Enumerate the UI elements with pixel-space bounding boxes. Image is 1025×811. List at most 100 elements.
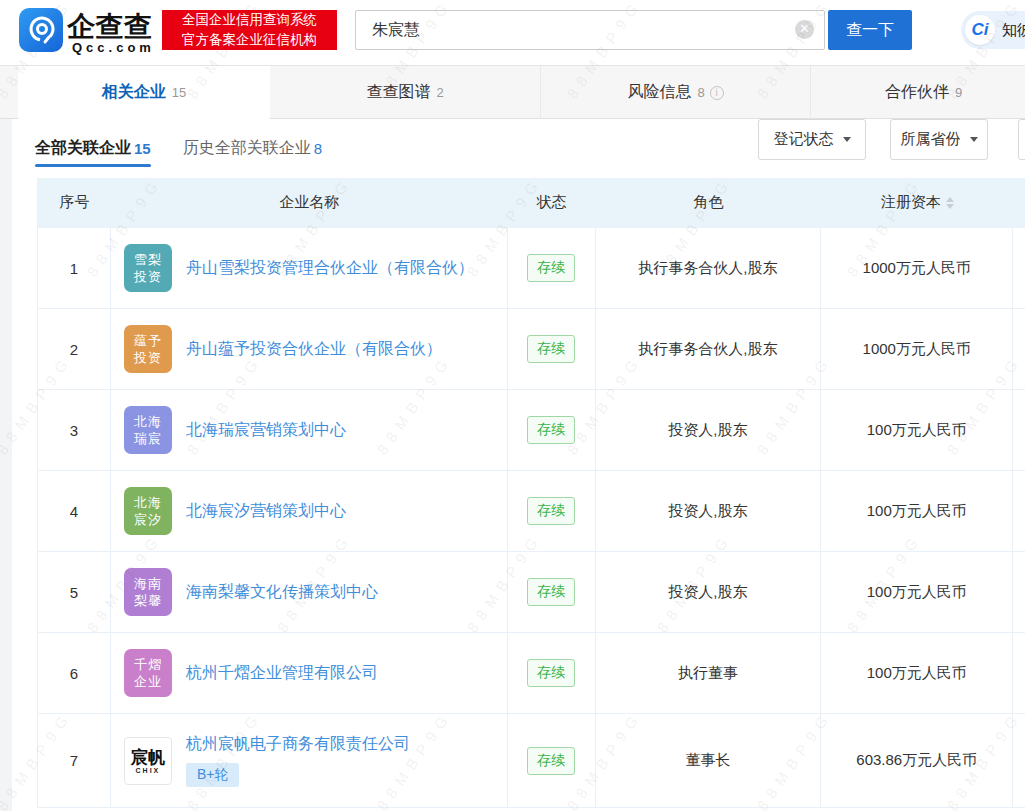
row-number-cell: 2	[38, 309, 111, 389]
tab-partners[interactable]: 合作伙伴 9	[810, 66, 1025, 119]
company-avatar[interactable]: 北海宸汐	[124, 487, 172, 535]
qcc-logo-icon[interactable]	[19, 8, 63, 52]
filter-label: 登记状态	[774, 130, 834, 149]
table-row: 1雪梨投资舟山雪梨投资管理合伙企业（有限合伙）存续执行事务合伙人,股东1000万…	[38, 227, 1025, 308]
search-button[interactable]: 查一下	[828, 10, 912, 50]
row-number-cell: 6	[38, 633, 111, 713]
column-header-3: 状态	[508, 193, 596, 212]
company-cell: 北海瑞宸北海瑞宸营销策划中心	[111, 390, 508, 470]
status-cell: 存续	[508, 471, 596, 551]
certification-line2: 官方备案企业征信机构	[162, 30, 337, 50]
column-header-label: 序号	[59, 193, 89, 212]
certification-badge: 全国企业信用查询系统 官方备案企业征信机构	[162, 10, 337, 50]
sort-icon[interactable]	[946, 197, 954, 209]
column-header-2: 企业名称	[111, 193, 508, 212]
avatar-line1: 北海	[134, 494, 162, 511]
extra-cell	[1013, 309, 1025, 389]
tab-count: 9	[955, 85, 962, 100]
company-cell: 北海宸汐北海宸汐营销策划中心	[111, 471, 508, 551]
subtab-label: 全部关联企业	[35, 138, 131, 159]
tab-chacha-graph[interactable]: 查查图谱2	[270, 66, 540, 119]
role-cell: 执行事务合伙人,股东	[596, 309, 822, 389]
assistant-pill[interactable]: Ci 知彼	[961, 11, 1025, 49]
extra-cell	[1013, 714, 1025, 807]
column-header-label: 状态	[537, 193, 567, 212]
filter-reg-status[interactable]: 登记状态	[758, 119, 866, 160]
info-icon[interactable]: i	[710, 86, 724, 100]
status-badge: 存续	[527, 659, 575, 687]
sort-desc-icon	[946, 204, 954, 209]
company-name-link[interactable]: 杭州千熠企业管理有限公司	[186, 663, 378, 684]
company-avatar[interactable]: 雪梨投资	[124, 244, 172, 292]
tab-bar: 相关企业15查查图谱2 风险信息 8i 合作伙伴 9	[0, 65, 1025, 119]
sub-tab-bar: 全部关联企业15 历史全部关联企业8 登记状态 所属省份	[12, 119, 1025, 178]
tab-label: 查查图谱	[366, 82, 430, 103]
chevron-down-icon	[843, 137, 851, 142]
avatar-line1: 雪梨	[134, 251, 162, 268]
avatar-line2: 瑞宸	[134, 430, 162, 447]
capital-cell: 603.86万元人民币	[821, 714, 1013, 807]
status-badge: 存续	[527, 497, 575, 525]
filter-province[interactable]: 所属省份	[890, 119, 988, 160]
subtab-count: 15	[134, 140, 151, 157]
page-left-margin	[0, 119, 12, 811]
table-row: 3北海瑞宸北海瑞宸营销策划中心存续投资人,股东100万元人民币	[38, 389, 1025, 470]
subtab-history-related[interactable]: 历史全部关联企业8	[183, 119, 322, 178]
status-badge: 存续	[527, 578, 575, 606]
company-cell: 蕴予投资舟山蕴予投资合伙企业（有限合伙）	[111, 309, 508, 389]
company-cell: 海南梨馨海南梨馨文化传播策划中心	[111, 552, 508, 632]
tab-label: 合作伙伴	[885, 82, 949, 103]
row-number-cell: 5	[38, 552, 111, 632]
tab-count: 15	[172, 85, 186, 100]
company-avatar[interactable]: 北海瑞宸	[124, 406, 172, 454]
avatar-line1: 蕴予	[134, 332, 162, 349]
avatar-line2: 企业	[134, 673, 162, 690]
status-cell: 存续	[508, 228, 596, 308]
role-cell: 投资人,股东	[596, 471, 822, 551]
sort-asc-icon	[946, 197, 954, 202]
tab-label: 风险信息	[627, 82, 691, 103]
company-name-link[interactable]: 海南梨馨文化传播策划中心	[186, 582, 378, 603]
filter-more[interactable]	[1018, 119, 1025, 160]
role-cell: 投资人,股东	[596, 390, 822, 470]
column-header-label: 角色	[693, 193, 723, 212]
extra-cell	[1013, 471, 1025, 551]
capital-cell: 100万元人民币	[821, 552, 1013, 632]
avatar-line2: 梨馨	[134, 592, 162, 609]
company-name-link[interactable]: 北海宸汐营销策划中心	[186, 501, 346, 522]
role-cell: 执行董事	[596, 633, 822, 713]
qcc-logo-domain: Qcc.com	[72, 40, 155, 55]
status-badge: 存续	[527, 335, 575, 363]
extra-cell	[1013, 633, 1025, 713]
logo-subtitle: CHIX	[136, 767, 161, 774]
company-name-link[interactable]: 舟山蕴予投资合伙企业（有限合伙）	[186, 339, 442, 360]
table-row: 6千熠企业杭州千熠企业管理有限公司存续执行董事100万元人民币	[38, 632, 1025, 713]
company-logo[interactable]: 宸帆CHIX	[124, 737, 172, 785]
avatar-line1: 千熠	[134, 656, 162, 673]
status-cell: 存续	[508, 552, 596, 632]
company-avatar[interactable]: 千熠企业	[124, 649, 172, 697]
chevron-down-icon	[970, 137, 978, 142]
avatar-line2: 投资	[134, 268, 162, 285]
search-input[interactable]	[372, 12, 792, 48]
tab-related-companies[interactable]: 相关企业15	[18, 66, 270, 119]
company-name-link[interactable]: 舟山雪梨投资管理合伙企业（有限合伙）	[186, 258, 474, 279]
ci-logo-icon: Ci	[965, 15, 995, 45]
company-name-link[interactable]: 北海瑞宸营销策划中心	[186, 420, 346, 441]
column-header-label: 企业名称	[279, 193, 339, 212]
related-companies-table: 序号企业名称状态角色注册资本 1雪梨投资舟山雪梨投资管理合伙企业（有限合伙）存续…	[37, 178, 1025, 808]
capital-cell: 1000万元人民币	[821, 228, 1013, 308]
subtab-all-related[interactable]: 全部关联企业15	[35, 119, 151, 178]
column-header-5: 注册资本	[821, 193, 1013, 212]
subtab-label: 历史全部关联企业	[183, 138, 311, 159]
company-avatar[interactable]: 海南梨馨	[124, 568, 172, 616]
company-name-link[interactable]: 杭州宸帆电子商务有限责任公司	[186, 734, 410, 755]
tab-risk-info[interactable]: 风险信息 8i	[540, 66, 810, 119]
company-cell: 千熠企业杭州千熠企业管理有限公司	[111, 633, 508, 713]
certification-line1: 全国企业信用查询系统	[162, 10, 337, 30]
company-avatar[interactable]: 蕴予投资	[124, 325, 172, 373]
role-cell: 执行事务合伙人,股东	[596, 228, 822, 308]
row-number-cell: 3	[38, 390, 111, 470]
clear-search-icon[interactable]: ✕	[795, 20, 814, 39]
tab-count: 8	[697, 85, 704, 100]
